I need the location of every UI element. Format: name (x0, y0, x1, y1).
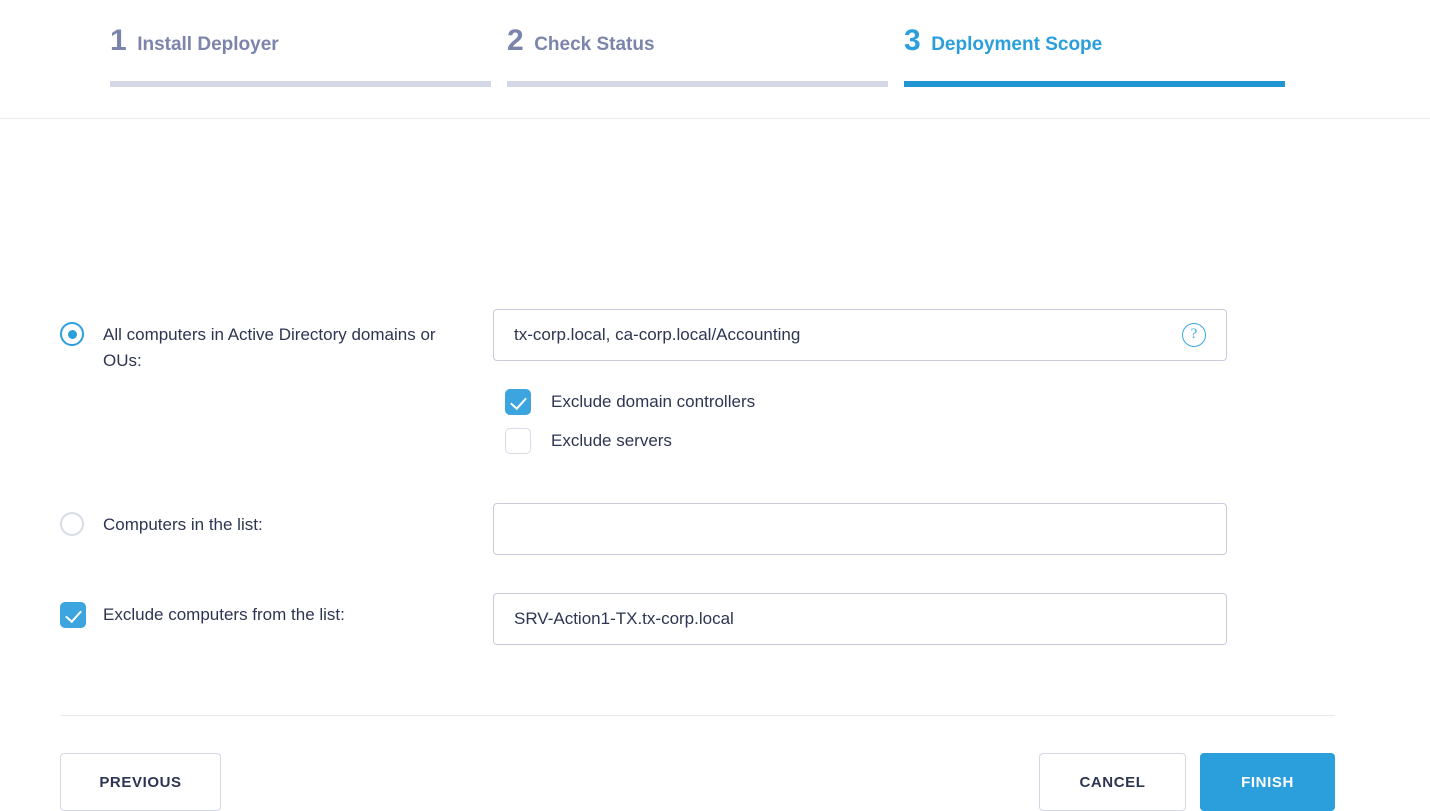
step-number: 3 (904, 24, 921, 57)
radio-computers-in-list-label: Computers in the list: (103, 515, 263, 534)
step-progress-bar (507, 81, 888, 87)
ad-domains-option-row: All computers in Active Directory domain… (60, 322, 480, 374)
step-progress-bar (110, 81, 491, 87)
computers-in-list-input[interactable] (493, 503, 1227, 555)
wizard-steps: 1 Install Deployer 2 Check Status 3 Depl… (110, 0, 1285, 118)
step-title: Install Deployer (137, 34, 279, 55)
exclude-computers-input-value: SRV-Action1-TX.tx-corp.local (514, 609, 734, 628)
step-label-row: 2 Check Status (507, 26, 888, 70)
wizard-step-deployment-scope[interactable]: 3 Deployment Scope (904, 0, 1285, 118)
checkbox-exclude-domain-controllers[interactable] (505, 389, 531, 415)
radio-all-computers-in-ad[interactable] (60, 322, 84, 346)
checkbox-exclude-computers-from-list-label: Exclude computers from the list: (103, 605, 345, 624)
finish-button[interactable]: FINISH (1200, 753, 1335, 811)
radio-all-computers-in-ad-label: All computers in Active Directory domain… (103, 325, 436, 370)
step-progress-bar (904, 81, 1285, 87)
step-number: 2 (507, 24, 524, 57)
step-label-row: 1 Install Deployer (110, 26, 491, 70)
footer-divider (60, 715, 1335, 716)
step-label-row: 3 Deployment Scope (904, 26, 1285, 70)
wizard-step-install-deployer[interactable]: 1 Install Deployer (110, 0, 491, 118)
step-number: 1 (110, 24, 127, 57)
exclude-computers-option-row: Exclude computers from the list: (60, 602, 345, 628)
step-title: Deployment Scope (931, 34, 1103, 55)
computers-in-list-option-row: Computers in the list: (60, 512, 263, 538)
ad-domains-input[interactable]: tx-corp.local, ca-corp.local/Accounting … (493, 309, 1227, 361)
radio-computers-in-list[interactable] (60, 512, 84, 536)
exclude-computers-input[interactable]: SRV-Action1-TX.tx-corp.local (493, 593, 1227, 645)
previous-button[interactable]: PREVIOUS (60, 753, 221, 811)
question-mark-icon[interactable]: ? (1182, 323, 1206, 347)
checkbox-exclude-servers[interactable] (505, 428, 531, 454)
deployment-scope-panel: All computers in Active Directory domain… (0, 119, 1430, 811)
checkbox-exclude-computers-from-list[interactable] (60, 602, 86, 628)
scope-form: All computers in Active Directory domain… (0, 119, 1430, 645)
checkbox-exclude-servers-label: Exclude servers (551, 431, 672, 450)
ad-domains-input-value: tx-corp.local, ca-corp.local/Accounting (514, 325, 801, 344)
step-title: Check Status (534, 34, 655, 55)
wizard-step-check-status[interactable]: 2 Check Status (507, 0, 888, 118)
wizard-header: 1 Install Deployer 2 Check Status 3 Depl… (0, 0, 1430, 119)
wizard-footer: PREVIOUS CANCEL FINISH (0, 753, 1430, 811)
checkbox-exclude-domain-controllers-label: Exclude domain controllers (551, 392, 756, 411)
cancel-button[interactable]: CANCEL (1039, 753, 1186, 811)
exclude-domain-controllers-row: Exclude domain controllers (505, 389, 755, 415)
exclude-servers-row: Exclude servers (505, 428, 672, 454)
